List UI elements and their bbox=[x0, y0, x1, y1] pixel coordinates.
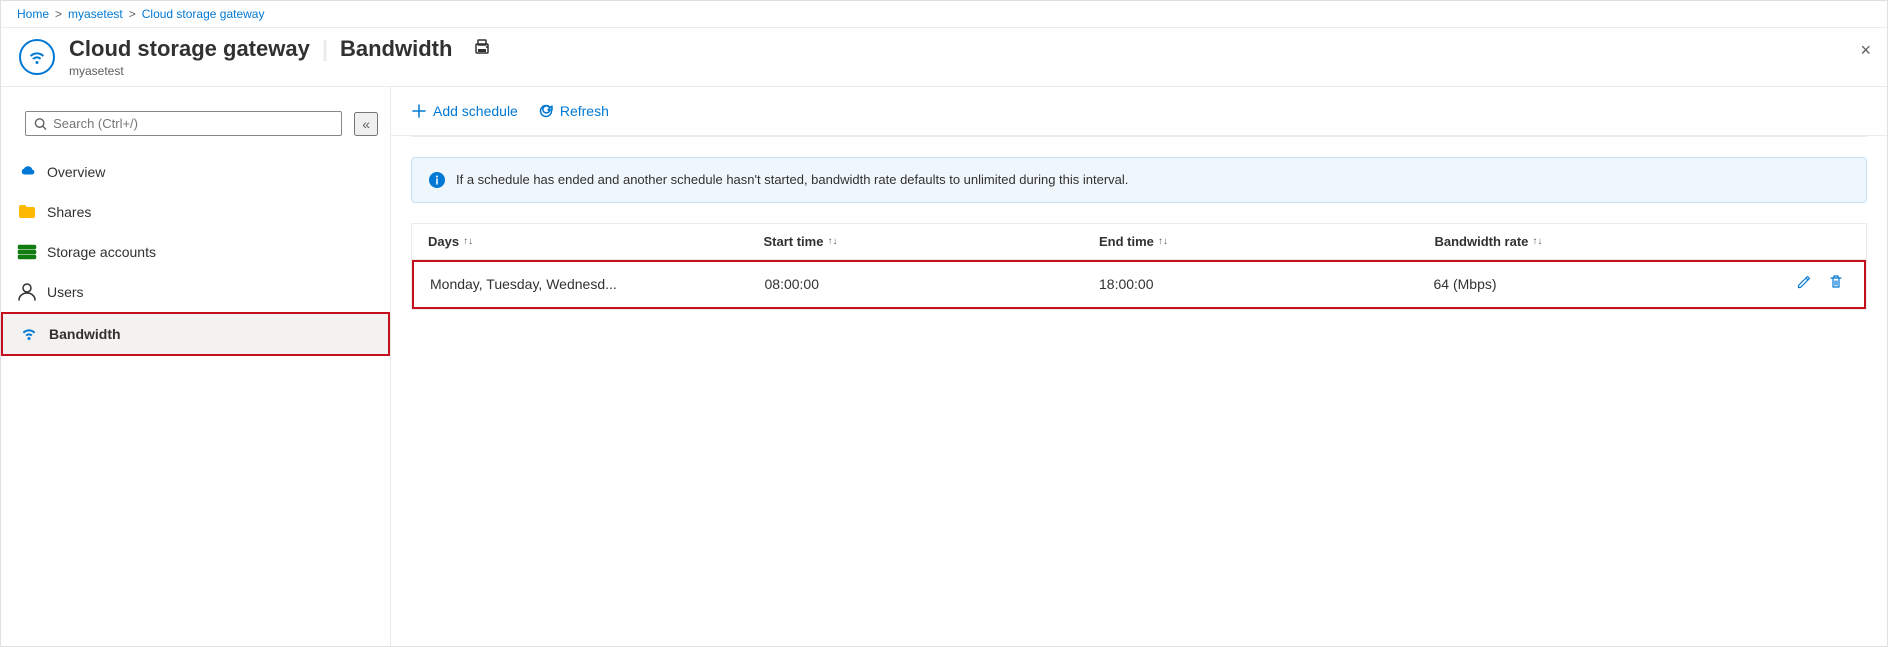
section-name: Bandwidth bbox=[340, 36, 452, 62]
sidebar-item-users[interactable]: Users bbox=[1, 272, 390, 312]
delete-button[interactable] bbox=[1824, 272, 1848, 297]
refresh-label: Refresh bbox=[560, 103, 609, 119]
breadcrumb-sep2: > bbox=[129, 7, 136, 21]
service-name: Cloud storage gateway bbox=[69, 36, 310, 62]
refresh-button[interactable]: Refresh bbox=[538, 99, 609, 123]
info-text: If a schedule has ended and another sche… bbox=[456, 170, 1128, 190]
collapse-button[interactable]: « bbox=[354, 112, 378, 136]
breadcrumb-device[interactable]: myasetest bbox=[68, 7, 123, 21]
header-subtitle: myasetest bbox=[69, 64, 1871, 78]
bandwidth-icon bbox=[19, 324, 39, 344]
delete-icon bbox=[1828, 274, 1844, 290]
add-icon bbox=[411, 103, 427, 119]
header-actions bbox=[1770, 234, 1850, 249]
user-icon bbox=[17, 282, 37, 302]
header-start-time-label: Start time bbox=[764, 234, 824, 249]
main-content: Add schedule Refresh If a schedule has bbox=[391, 87, 1887, 646]
sidebar-item-overview[interactable]: Overview bbox=[1, 152, 390, 192]
header-days: Days ↑↓ bbox=[428, 234, 764, 249]
body: « Overview Shares bbox=[1, 87, 1887, 646]
main-title: Cloud storage gateway | Bandwidth bbox=[69, 36, 1871, 62]
page-header: Cloud storage gateway | Bandwidth myaset… bbox=[1, 28, 1887, 87]
service-icon bbox=[17, 37, 57, 77]
close-button[interactable]: × bbox=[1860, 40, 1871, 61]
sidebar-item-shares-label: Shares bbox=[47, 204, 91, 220]
print-icon bbox=[472, 37, 492, 57]
sidebar-item-shares[interactable]: Shares bbox=[1, 192, 390, 232]
breadcrumb-current[interactable]: Cloud storage gateway bbox=[142, 7, 265, 21]
table-header: Days ↑↓ Start time ↑↓ End time ↑↓ Bandwi… bbox=[412, 224, 1866, 260]
info-icon bbox=[428, 171, 446, 189]
row-end-time: 18:00:00 bbox=[1099, 276, 1434, 292]
cloud-icon bbox=[17, 162, 37, 182]
header-bandwidth-rate-label: Bandwidth rate bbox=[1435, 234, 1529, 249]
row-start-time: 08:00:00 bbox=[765, 276, 1100, 292]
header-start-time: Start time ↑↓ bbox=[764, 234, 1100, 249]
bandwidth-table: Days ↑↓ Start time ↑↓ End time ↑↓ Bandwi… bbox=[411, 223, 1867, 310]
sidebar-item-storage-accounts-label: Storage accounts bbox=[47, 244, 156, 260]
sidebar-item-bandwidth[interactable]: Bandwidth bbox=[1, 312, 390, 356]
sort-bandwidth-rate-icon[interactable]: ↑↓ bbox=[1532, 236, 1542, 247]
sort-end-time-icon[interactable]: ↑↓ bbox=[1158, 236, 1168, 247]
sort-days-icon[interactable]: ↑↓ bbox=[463, 236, 473, 247]
add-schedule-button[interactable]: Add schedule bbox=[411, 99, 518, 123]
header-end-time-label: End time bbox=[1099, 234, 1154, 249]
search-input[interactable] bbox=[53, 116, 333, 131]
storage-icon bbox=[17, 242, 37, 262]
info-banner: If a schedule has ended and another sche… bbox=[411, 157, 1867, 203]
toolbar: Add schedule Refresh bbox=[391, 87, 1887, 136]
folder-icon bbox=[17, 202, 37, 222]
print-button[interactable] bbox=[472, 37, 492, 62]
header-days-label: Days bbox=[428, 234, 459, 249]
refresh-icon bbox=[538, 103, 554, 119]
header-end-time: End time ↑↓ bbox=[1099, 234, 1435, 249]
breadcrumb: Home > myasetest > Cloud storage gateway bbox=[1, 1, 1887, 28]
wifi-icon bbox=[27, 47, 47, 67]
edit-icon bbox=[1796, 274, 1812, 290]
sidebar: « Overview Shares bbox=[1, 87, 391, 646]
edit-button[interactable] bbox=[1792, 272, 1816, 297]
row-bandwidth-rate: 64 (Mbps) bbox=[1434, 276, 1769, 292]
add-schedule-label: Add schedule bbox=[433, 103, 518, 119]
sort-start-time-icon[interactable]: ↑↓ bbox=[827, 236, 837, 247]
breadcrumb-home[interactable]: Home bbox=[17, 7, 49, 21]
breadcrumb-sep1: > bbox=[55, 7, 62, 21]
search-box bbox=[25, 111, 342, 136]
sidebar-item-overview-label: Overview bbox=[47, 164, 105, 180]
row-actions bbox=[1768, 272, 1848, 297]
header-bandwidth-rate: Bandwidth rate ↑↓ bbox=[1435, 234, 1771, 249]
table-row: Monday, Tuesday, Wednesd... 08:00:00 18:… bbox=[412, 260, 1866, 309]
sidebar-item-bandwidth-label: Bandwidth bbox=[49, 326, 121, 342]
title-divider: | bbox=[322, 36, 328, 62]
sidebar-item-storage-accounts[interactable]: Storage accounts bbox=[1, 232, 390, 272]
sidebar-item-users-label: Users bbox=[47, 284, 84, 300]
header-titles: Cloud storage gateway | Bandwidth myaset… bbox=[69, 36, 1871, 78]
toolbar-divider bbox=[411, 136, 1867, 137]
search-icon bbox=[34, 117, 47, 131]
row-days: Monday, Tuesday, Wednesd... bbox=[430, 276, 765, 292]
